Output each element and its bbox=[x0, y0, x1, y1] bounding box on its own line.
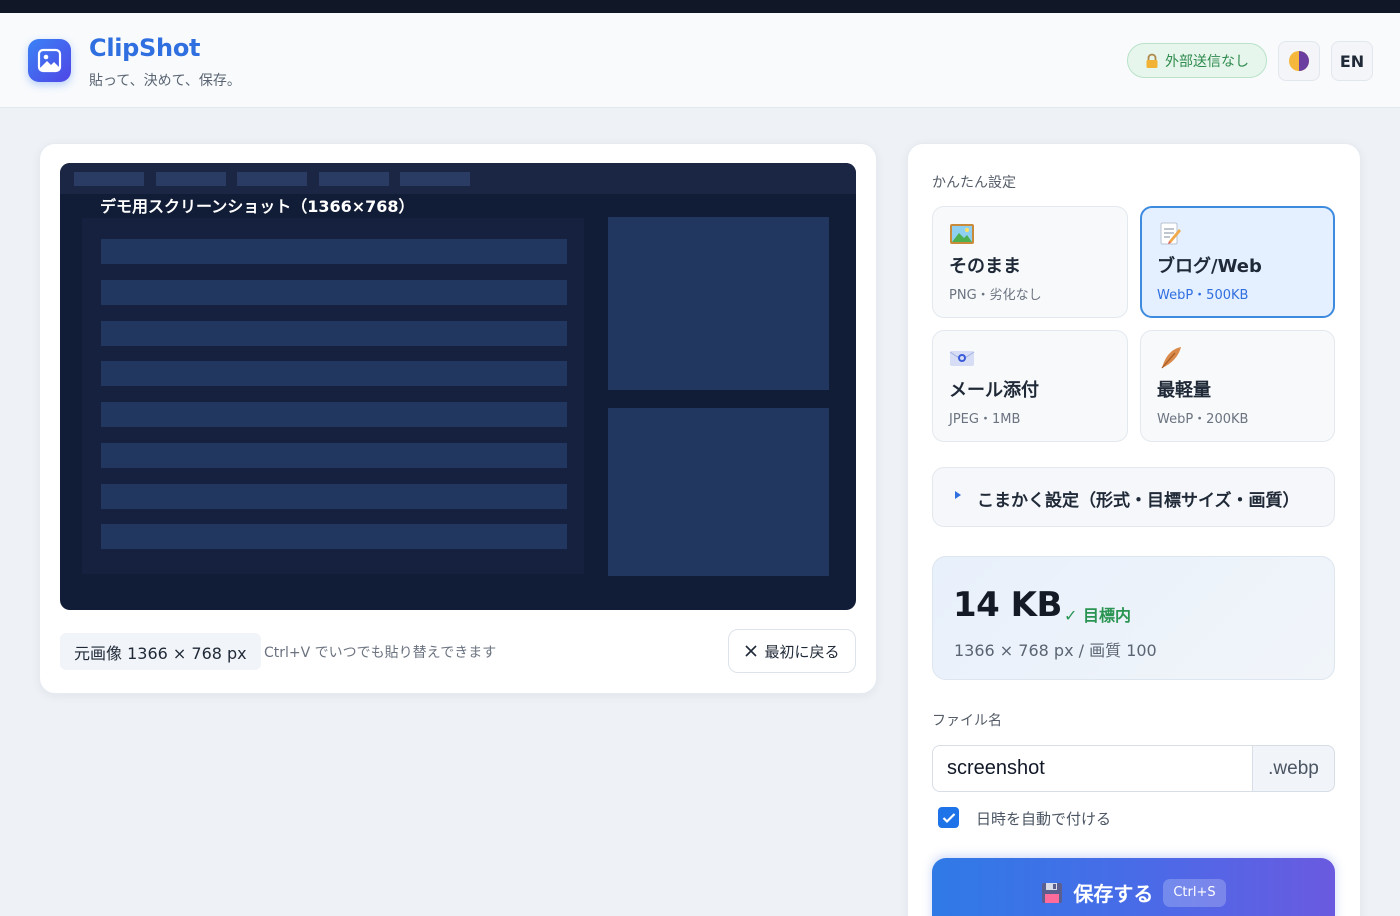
quick-settings-label: かんたん設定 bbox=[932, 175, 1016, 191]
email-icon bbox=[949, 351, 975, 366]
preview-side-box bbox=[608, 408, 829, 576]
preview-tab bbox=[237, 172, 307, 186]
preset-email[interactable]: メール添付 JPEG・1MB bbox=[932, 330, 1128, 442]
save-shortcut: Ctrl+S bbox=[1163, 878, 1226, 907]
dimension-tag: 元画像 1366 × 768 px bbox=[60, 633, 261, 670]
save-button[interactable]: 保存する Ctrl+S bbox=[932, 858, 1335, 916]
memo-icon bbox=[1160, 222, 1181, 245]
app-logo bbox=[28, 39, 71, 82]
preview-row bbox=[101, 361, 567, 386]
preset-desc: PNG・劣化なし bbox=[949, 288, 1042, 303]
image-preview[interactable]: デモ用スクリーンショット（1366×768） bbox=[60, 163, 856, 610]
save-label: 保存する bbox=[1073, 882, 1154, 906]
output-size: 14 KB bbox=[953, 585, 1062, 625]
preview-main-pane bbox=[82, 218, 584, 574]
timestamp-checkbox[interactable] bbox=[938, 807, 959, 828]
target-status: ✓ 目標内 bbox=[1064, 606, 1131, 625]
preview-tab bbox=[74, 172, 144, 186]
picture-icon bbox=[950, 224, 974, 244]
preview-side-box bbox=[608, 217, 829, 390]
preset-name: メール添付 bbox=[949, 380, 1039, 401]
feather-icon bbox=[1161, 347, 1181, 369]
preview-row bbox=[101, 321, 567, 346]
close-icon bbox=[745, 645, 758, 657]
floppy-disk-icon bbox=[1042, 882, 1063, 903]
window-top-strip bbox=[0, 0, 1400, 13]
preview-row bbox=[101, 443, 567, 468]
reset-button[interactable]: 最初に戻る bbox=[728, 629, 856, 673]
theme-toggle-button[interactable] bbox=[1278, 41, 1320, 81]
preset-name: 最軽量 bbox=[1157, 380, 1211, 401]
image-icon bbox=[37, 48, 62, 73]
preview-row bbox=[101, 524, 567, 549]
app-tagline: 貼って、決めて、保存。 bbox=[89, 73, 241, 89]
preview-tab bbox=[319, 172, 389, 186]
paste-hint: Ctrl+V でいつでも貼り替えできます bbox=[264, 645, 497, 661]
filename-label: ファイル名 bbox=[932, 713, 1002, 729]
lock-icon bbox=[1146, 53, 1158, 68]
theme-toggle-icon bbox=[1289, 51, 1309, 71]
reset-label: 最初に戻る bbox=[764, 642, 840, 661]
preview-row bbox=[101, 239, 567, 264]
preset-desc: WebP・200KB bbox=[1157, 412, 1249, 427]
preset-blog-web[interactable]: ブログ/Web WebP・500KB bbox=[1140, 206, 1335, 318]
chevron-right-icon bbox=[955, 491, 961, 499]
privacy-badge: 外部送信なし bbox=[1127, 43, 1267, 78]
preset-lightest[interactable]: 最軽量 WebP・200KB bbox=[1140, 330, 1335, 442]
preset-original[interactable]: そのまま PNG・劣化なし bbox=[932, 206, 1128, 318]
file-extension: .webp bbox=[1252, 745, 1335, 792]
advanced-settings-toggle[interactable]: こまかく設定（形式・目標サイズ・画質） bbox=[932, 467, 1335, 527]
app-header: ClipShot 貼って、決めて、保存。 外部送信なし EN bbox=[0, 13, 1400, 108]
preset-desc: JPEG・1MB bbox=[949, 412, 1021, 427]
checkmark-icon bbox=[942, 812, 955, 823]
timestamp-label: 日時を自動で付ける bbox=[976, 810, 1112, 828]
preview-caption: デモ用スクリーンショット（1366×768） bbox=[100, 197, 415, 216]
preset-desc: WebP・500KB bbox=[1157, 288, 1249, 303]
language-toggle-button[interactable]: EN bbox=[1331, 41, 1373, 81]
preview-row bbox=[101, 280, 567, 305]
advanced-settings-label: こまかく設定（形式・目標サイズ・画質） bbox=[977, 491, 1300, 511]
privacy-badge-label: 外部送信なし bbox=[1165, 53, 1249, 70]
result-summary: 14 KB ✓ 目標内 1366 × 768 px / 画質 100 bbox=[932, 556, 1335, 680]
preview-tab bbox=[156, 172, 226, 186]
preset-name: ブログ/Web bbox=[1157, 256, 1262, 277]
preset-name: そのまま bbox=[949, 256, 1021, 277]
preview-row bbox=[101, 402, 567, 427]
app-title: ClipShot bbox=[89, 34, 201, 62]
preview-row bbox=[101, 484, 567, 509]
output-detail: 1366 × 768 px / 画質 100 bbox=[954, 641, 1157, 660]
preview-tab bbox=[400, 172, 470, 186]
filename-input[interactable] bbox=[932, 745, 1253, 792]
